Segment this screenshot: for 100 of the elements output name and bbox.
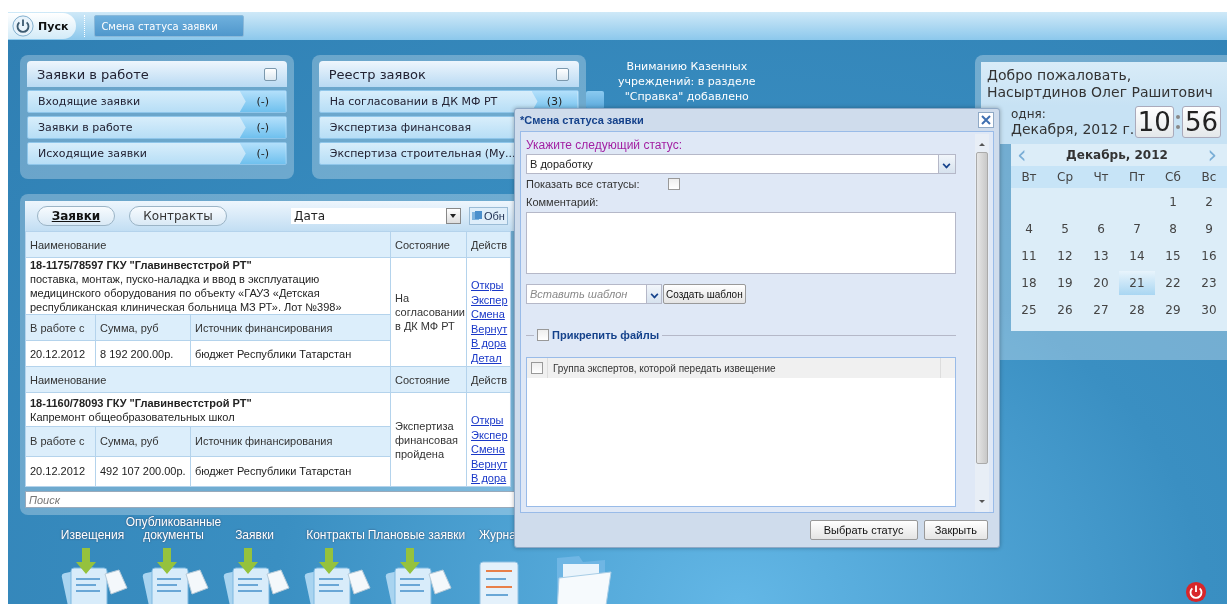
column-header: Источник финансирования [190, 426, 391, 457]
calendar-day[interactable]: 25 [1011, 297, 1047, 322]
dock-label[interactable]: Заявки [235, 529, 274, 542]
field-label: Комментарий: [526, 196, 600, 208]
action-link[interactable]: Вернут [471, 456, 506, 472]
today-date: Декабря, 2012 г. [1011, 121, 1135, 137]
clock-digits: 56 [1181, 106, 1221, 138]
calendar-day[interactable]: 22 [1155, 270, 1191, 295]
calendar-day[interactable]: 1 [1155, 189, 1191, 214]
sort-dropdown[interactable]: Дата [291, 208, 461, 225]
chevron-down-icon [646, 285, 661, 303]
action-link[interactable]: Экспер [471, 427, 506, 443]
clock-digits: 10 [1134, 106, 1174, 138]
action-link[interactable]: Смена [471, 307, 506, 322]
create-template-button[interactable]: Создать шаблон [663, 284, 746, 304]
today-label: одня: [1011, 107, 1047, 121]
column-header: Состояние [390, 231, 467, 258]
calendar-day[interactable]: 12 [1047, 243, 1083, 268]
calendar-day[interactable]: 23 [1191, 270, 1227, 295]
checkbox[interactable] [667, 178, 680, 190]
weekday-label: Сб [1164, 170, 1182, 184]
calendar-day[interactable]: 28 [1119, 297, 1155, 322]
list-item[interactable]: Исходящие заявки (-) [27, 142, 287, 165]
power-icon[interactable] [1185, 581, 1207, 603]
close-button[interactable] [978, 112, 994, 128]
refresh-button[interactable]: Обн [469, 207, 508, 226]
action-link[interactable]: В дора [471, 471, 506, 486]
calendar-day[interactable]: 2 [1191, 189, 1227, 214]
count-tab: (-) [239, 117, 286, 138]
comment-field[interactable] [526, 212, 956, 274]
calendar-day[interactable]: 4 [1011, 216, 1047, 241]
calendar-day[interactable]: 30 [1191, 297, 1227, 322]
column-header: Источник финансирования [190, 314, 391, 341]
action-link[interactable]: Смена [471, 442, 506, 457]
calendar-day[interactable]: 5 [1047, 216, 1083, 241]
calendar-day[interactable]: 20 [1083, 270, 1119, 295]
calendar-day[interactable]: 13 [1083, 243, 1119, 268]
request-title: 18-1160/78093 ГКУ "Главинвестстрой РТ" [30, 395, 253, 410]
calendar-day[interactable]: 26 [1047, 297, 1083, 322]
calendar-day[interactable]: 8 [1155, 216, 1191, 241]
refresh-icon [472, 211, 482, 222]
action-link[interactable]: В дора [471, 336, 506, 351]
tab[interactable]: Контракты [129, 206, 227, 227]
template-dropdown[interactable]: Вставить шаблон [526, 284, 662, 304]
action-link[interactable]: Экспер [471, 292, 506, 308]
dock-label[interactable]: Извещения [60, 529, 125, 542]
count-tab: (-) [239, 143, 286, 164]
checkbox[interactable] [531, 362, 543, 374]
action-link[interactable]: Откры [471, 278, 506, 293]
action-link[interactable]: Вернут [471, 321, 506, 337]
panel-title: Заявки в работе [37, 66, 149, 82]
calendar-day[interactable]: 27 [1083, 297, 1119, 322]
calendar-day[interactable]: 7 [1119, 216, 1155, 241]
calendar-day[interactable]: 15 [1155, 243, 1191, 268]
checkbox[interactable] [537, 329, 549, 341]
calendar-day[interactable]: 16 [1191, 243, 1227, 268]
request-title: 18-1175/78597 ГКУ "Главинвестстрой РТ" [30, 258, 253, 273]
column-header: Группа экспертов, которой передать извещение [552, 362, 777, 374]
weekday-label: Чт [1092, 170, 1110, 184]
panel-title: Реестр заявок [328, 66, 426, 82]
scrollbar[interactable] [975, 134, 989, 512]
calendar-day[interactable]: 14 [1119, 243, 1155, 268]
weekday-label: Вс [1200, 170, 1218, 184]
close-icon [981, 115, 991, 125]
notice-text: учреждений: в разделе [618, 74, 756, 89]
clock-colon-icon [1175, 115, 1180, 129]
list-item[interactable]: Заявки в работе (-) [27, 116, 287, 139]
table-cell: 20.12.2012 [25, 456, 96, 487]
status-dropdown[interactable]: В доработку [526, 154, 956, 174]
welcome-text: Добро пожаловать, [987, 67, 1133, 84]
chevron-down-icon [938, 155, 955, 173]
request-description: Капремонт общеобразовательных школ [30, 409, 236, 424]
list-item[interactable]: Входящие заявки (-) [27, 90, 287, 113]
table-cell: 492 107 200.00р. [95, 456, 191, 487]
field-label: Показать все статусы: [526, 178, 640, 190]
dialog-button[interactable]: Закрыть [923, 520, 988, 540]
calendar-day[interactable]: 29 [1155, 297, 1191, 322]
minimize-button[interactable] [263, 67, 277, 81]
calendar-day[interactable]: 11 [1011, 243, 1047, 268]
start-button[interactable]: Пуск [8, 13, 77, 39]
tab[interactable]: Заявки [37, 206, 115, 227]
weekday-label: Вт [1020, 170, 1038, 184]
column-header: Наименование [25, 366, 391, 393]
weekday-label: Пт [1128, 170, 1146, 184]
calendar-day[interactable]: 19 [1047, 270, 1083, 295]
column-header: Действ [466, 231, 511, 258]
calendar-day[interactable]: 9 [1191, 216, 1227, 241]
scroll-up-button[interactable] [585, 91, 604, 109]
minimize-button[interactable] [555, 67, 569, 81]
action-link[interactable]: Откры [471, 413, 506, 428]
calendar-day[interactable]: 18 [1011, 270, 1047, 295]
column-header: Наименование [25, 231, 391, 258]
search-field[interactable]: Поиск [25, 491, 514, 508]
dialog-button[interactable]: Выбрать статус [809, 520, 918, 540]
column-header: Состояние [390, 366, 467, 393]
calendar-day[interactable]: 21 [1119, 270, 1155, 295]
power-icon [12, 15, 34, 37]
dock-label[interactable]: Опубликованные документы [125, 516, 222, 542]
calendar-day[interactable]: 6 [1083, 216, 1119, 241]
action-link[interactable]: Детал [471, 350, 506, 366]
